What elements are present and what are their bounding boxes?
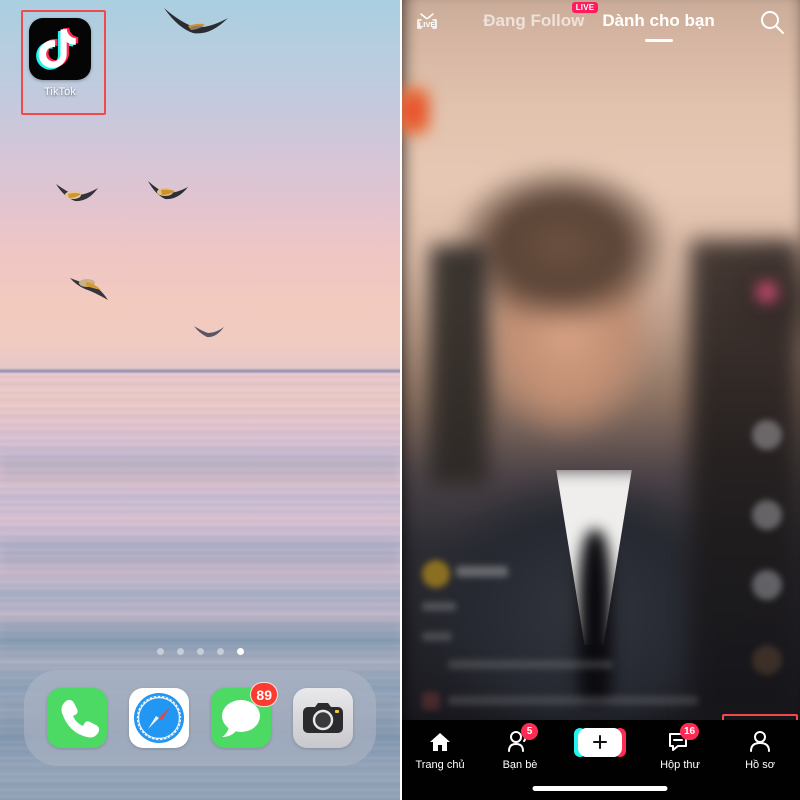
home-icon	[428, 729, 452, 755]
nav-label-ban-be: Bạn bè	[502, 759, 538, 771]
nav-item-ban-be[interactable]: 5 Bạn bè	[480, 723, 560, 771]
dock-icon-camera[interactable]	[293, 688, 353, 748]
compass-icon	[134, 693, 184, 743]
create-plus-icon	[574, 727, 626, 757]
tab-live-badge: LIVE	[571, 2, 599, 13]
video-blur-red-object	[400, 80, 430, 142]
ios-dock: 89	[24, 670, 376, 766]
create-plus-glyph	[578, 727, 622, 757]
dock-icon-safari[interactable]	[129, 688, 189, 748]
page-dot[interactable]	[176, 648, 184, 655]
create-button[interactable]	[574, 727, 626, 757]
dock-icon-messages[interactable]: 89	[211, 682, 278, 748]
wallpaper-water-band	[0, 455, 400, 481]
app-icon-label: TikTok	[44, 86, 76, 98]
live-tv-icon[interactable]: LIVE	[414, 9, 440, 35]
tab-dang-follow-label: Đang Follow	[483, 11, 585, 30]
wallpaper-water-band	[0, 540, 400, 570]
page-dot[interactable]	[216, 648, 224, 655]
nav-item-hop-thu[interactable]: 16 Hộp thư	[640, 723, 720, 771]
video-blur-pink-object	[752, 275, 782, 309]
search-icon[interactable]	[758, 8, 786, 36]
header-tabs: Đang Follow LIVE Dành cho bạn	[440, 2, 758, 33]
app-icon-tiktok[interactable]: TikTok	[29, 18, 91, 98]
screenshot-root: TikTok 89 LIVE Đang Follow LIVE Dành cho…	[0, 0, 800, 800]
nav-item-create[interactable]	[560, 727, 640, 757]
nav-label-hop-thu: Hộp thư	[660, 759, 700, 771]
panel-divider	[400, 0, 402, 800]
video-author-name[interactable]	[456, 566, 508, 577]
nav-label-trang-chu: Trang chủ	[415, 759, 465, 771]
ban-be-badge: 5	[521, 723, 538, 740]
home-indicator	[532, 786, 668, 791]
tab-danh-cho-ban[interactable]: Dành cho bạn	[602, 11, 714, 33]
hop-thu-badge: 16	[680, 723, 700, 740]
video-blur-right-shelf	[690, 240, 800, 720]
tiktok-note-icon	[36, 27, 79, 70]
tiktok-app-tile[interactable]	[29, 18, 91, 80]
messages-badge: 89	[250, 682, 278, 707]
ios-home-screen: TikTok 89	[0, 0, 400, 800]
video-meta-line	[422, 602, 456, 611]
video-caption-line	[448, 696, 698, 705]
dock-icon-phone[interactable]	[47, 688, 107, 748]
profile-person-icon	[748, 729, 772, 755]
video-music-disc-icon[interactable]	[752, 645, 782, 675]
page-dot[interactable]	[156, 648, 164, 655]
video-music-icon[interactable]	[422, 692, 440, 710]
video-caption-line	[448, 660, 613, 669]
nav-label-ho-so: Hồ sơ	[745, 759, 775, 771]
video-author-avatar[interactable]	[422, 560, 450, 588]
page-dot[interactable]	[196, 648, 204, 655]
video-meta-line	[422, 632, 452, 641]
nav-item-ho-so[interactable]: Hồ sơ	[720, 729, 800, 771]
video-comment-icon[interactable]	[752, 500, 782, 530]
friends-icon: 5	[506, 723, 538, 755]
tab-dang-follow[interactable]: Đang Follow LIVE	[483, 2, 599, 33]
video-blur-shelf	[430, 245, 488, 485]
page-dot-active[interactable]	[236, 648, 244, 655]
nav-item-trang-chu[interactable]: Trang chủ	[400, 729, 480, 771]
page-dots[interactable]	[0, 648, 400, 655]
tiktok-header: LIVE Đang Follow LIVE Dành cho bạn	[400, 0, 800, 44]
tab-danh-cho-ban-label: Dành cho bạn	[602, 11, 715, 30]
inbox-message-icon: 16	[667, 723, 700, 755]
svg-text:LIVE: LIVE	[419, 20, 436, 29]
video-blur-tie	[578, 530, 612, 705]
video-share-icon[interactable]	[752, 570, 782, 600]
tiktok-app: LIVE Đang Follow LIVE Dành cho bạn Trang…	[400, 0, 800, 800]
camera-icon	[303, 703, 343, 733]
video-like-icon[interactable]	[752, 420, 782, 450]
phone-icon	[61, 699, 100, 738]
